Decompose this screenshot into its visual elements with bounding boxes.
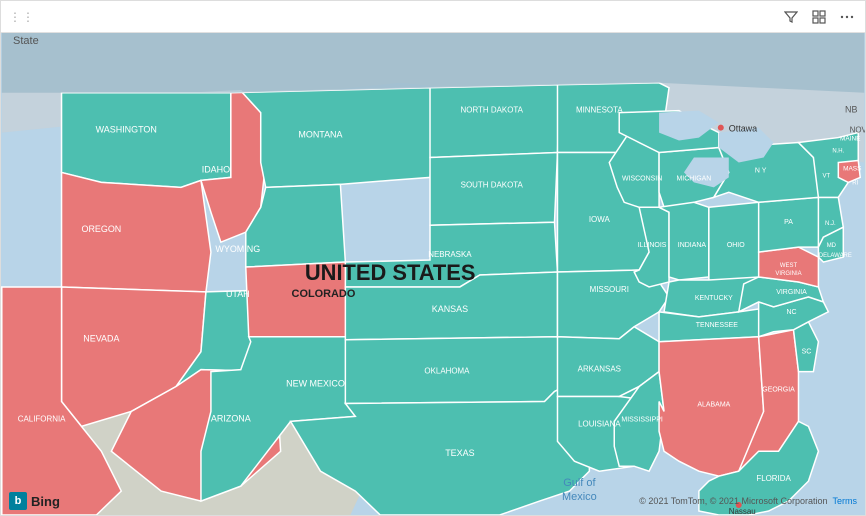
- label-iowa: IOWA: [589, 215, 611, 224]
- label-indiana: INDIANA: [678, 242, 707, 249]
- label-west-virginia2: VIRGINIA: [775, 271, 801, 277]
- label-illinois: ILLINOIS: [638, 242, 667, 249]
- state-north-dakota[interactable]: [430, 85, 559, 158]
- label-ohio: OHIO: [727, 242, 745, 249]
- label-sc: SC: [802, 349, 812, 356]
- bing-icon: b: [9, 492, 27, 510]
- map-area[interactable]: WASHINGTON OREGON IDAHO NEVADA CALIFORNI…: [1, 33, 865, 515]
- more-options-icon[interactable]: [837, 7, 857, 27]
- label-delaware: DELAWARE: [819, 253, 852, 259]
- filter-icon[interactable]: [781, 7, 801, 27]
- us-map-svg: WASHINGTON OREGON IDAHO NEVADA CALIFORNI…: [1, 33, 865, 515]
- label-georgia: GEORGIA: [762, 387, 795, 394]
- label-south-dakota: SOUTH DAKOTA: [461, 180, 524, 189]
- terms-link[interactable]: Terms: [833, 496, 858, 506]
- copyright-text: © 2021 TomTom, © 2021 Microsoft Corporat…: [639, 496, 857, 506]
- focus-icon[interactable]: [809, 7, 829, 27]
- label-nevada: NEVADA: [83, 334, 119, 344]
- label-md: MD: [827, 243, 837, 249]
- label-wyoming: WYOMING: [215, 244, 260, 254]
- label-nc: NC: [786, 309, 796, 316]
- label-nov: NOV: [850, 126, 865, 135]
- label-texas: TEXAS: [445, 448, 474, 458]
- label-oklahoma: OKLAHOMA: [424, 367, 470, 376]
- label-arkansas: ARKANSAS: [578, 365, 621, 374]
- label-minnesota: MINNESOTA: [576, 106, 623, 115]
- bottom-bar: b Bing © 2021 TomTom, © 2021 Microsoft C…: [1, 487, 865, 515]
- toolbar: ⋮⋮: [1, 1, 865, 33]
- label-nh: N.H.: [832, 149, 844, 155]
- label-michigan: MICHIGAN: [676, 175, 711, 182]
- label-pa: PA: [784, 219, 793, 226]
- label-virginia: VIRGINIA: [776, 289, 807, 296]
- label-ny: N Y: [755, 167, 767, 174]
- label-mississippi: MISSISSIPPI: [621, 416, 663, 423]
- label-washington: WASHINGTON: [96, 125, 157, 135]
- label-nebraska: NEBRASKA: [428, 250, 472, 259]
- bing-logo: b Bing: [9, 492, 60, 510]
- map-container: ⋮⋮: [0, 0, 866, 516]
- label-tennessee: TENNESSEE: [696, 322, 739, 329]
- label-kansas: KANSAS: [432, 304, 468, 314]
- label-missouri: MISSOURI: [590, 285, 629, 294]
- label-vt: VT: [823, 173, 831, 179]
- label-nj: N.J.: [825, 221, 836, 227]
- label-oregon: OREGON: [81, 224, 121, 234]
- label-montana: MONTANA: [298, 130, 342, 140]
- state-filter-label: State: [9, 33, 43, 49]
- bing-text: Bing: [31, 494, 60, 509]
- ottawa-dot: [718, 125, 724, 131]
- label-utah: UTAH: [226, 289, 250, 299]
- label-idaho: IDAHO: [202, 164, 230, 174]
- label-maine: MAINE: [840, 136, 861, 143]
- label-north-dakota: NORTH DAKOTA: [461, 106, 524, 115]
- label-west-virginia: WEST: [780, 263, 798, 269]
- copyright-content: © 2021 TomTom, © 2021 Microsoft Corporat…: [639, 496, 827, 506]
- us-main-label: UNITED STATES: [305, 260, 476, 285]
- label-arizona: ARIZONA: [211, 413, 251, 423]
- drag-handle-icon[interactable]: ⋮⋮: [9, 10, 35, 24]
- label-wisconsin: WISCONSIN: [622, 175, 662, 182]
- label-california: CALIFORNIA: [18, 414, 66, 423]
- label-florida: FLORIDA: [756, 474, 791, 483]
- label-alabama: ALABAMA: [697, 401, 730, 408]
- label-colorado: COLORADO: [292, 288, 356, 300]
- label-nb: NB: [845, 105, 857, 115]
- label-mass: MASS: [843, 165, 862, 172]
- label-kentucky: KENTUCKY: [695, 295, 733, 302]
- label-ri: RI: [852, 180, 858, 186]
- label-louisiana: LOUISIANA: [578, 419, 621, 428]
- label-ottawa: Ottawa: [729, 124, 757, 134]
- label-new-mexico: NEW MEXICO: [286, 379, 345, 389]
